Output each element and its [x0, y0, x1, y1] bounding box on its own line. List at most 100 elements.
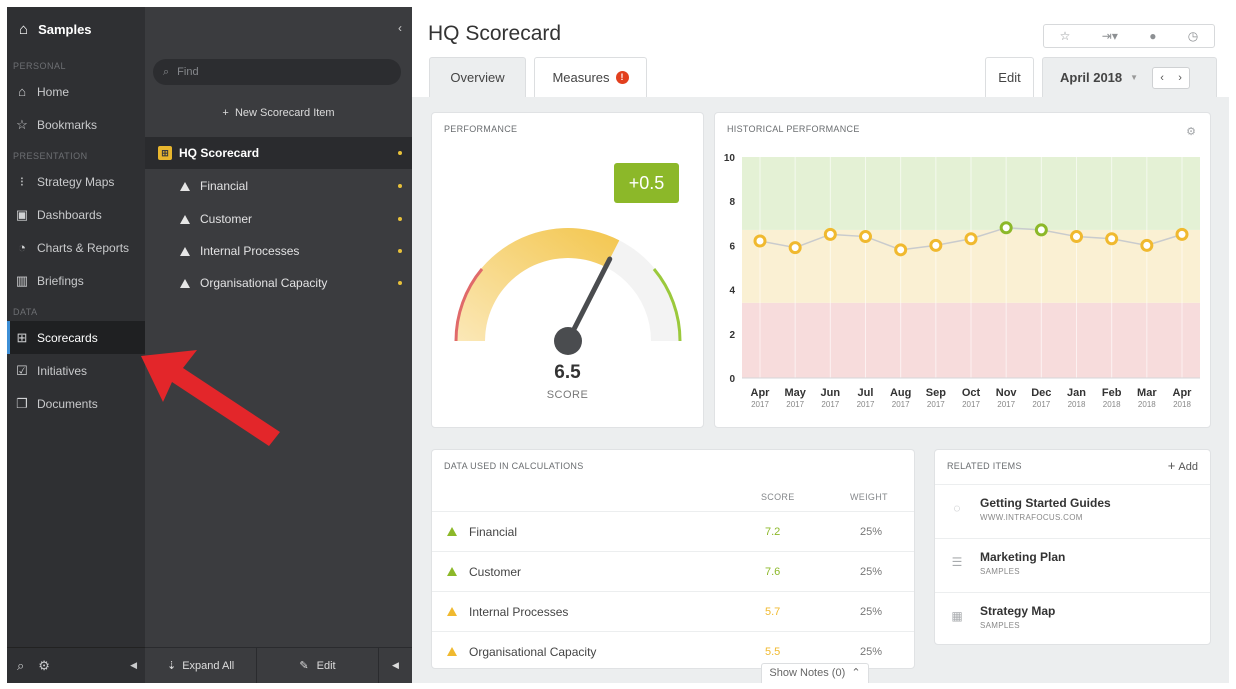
- collapse-panel-icon[interactable]: ‹: [398, 21, 402, 35]
- export-icon[interactable]: ⇥▾: [1102, 29, 1118, 43]
- period-selector[interactable]: April 2018 ▼ ‹ ›: [1042, 57, 1217, 97]
- page-title: HQ Scorecard: [428, 22, 562, 45]
- x-tick-month: Aug: [890, 387, 911, 399]
- edit-tree-button[interactable]: ✎ Edit: [257, 648, 379, 683]
- nav-item-charts-reports[interactable]: ◔ Charts & Reports: [7, 231, 145, 264]
- related-item-getting-started[interactable]: ◌ Getting Started Guides WWW.INTRAFOCUS.…: [935, 484, 1210, 538]
- tab-overview[interactable]: Overview: [429, 57, 526, 97]
- y-tick-label: 10: [724, 153, 736, 164]
- amber-status-icon: [447, 607, 457, 616]
- period-stepper: ‹ ›: [1152, 66, 1191, 89]
- calc-row-financial[interactable]: Financial 7.2 25%: [432, 511, 914, 551]
- calc-row-score: 7.2: [765, 525, 781, 538]
- prev-period-icon[interactable]: ‹: [1160, 72, 1164, 84]
- data-point: [1140, 238, 1154, 252]
- nav-item-strategy-maps[interactable]: ⁝ Strategy Maps: [7, 165, 145, 198]
- status-dot: [398, 217, 402, 221]
- perspective-icon: [180, 246, 190, 256]
- x-tick-month: Jun: [821, 387, 841, 399]
- document-icon: ❐: [16, 395, 28, 411]
- calc-row-internal-processes[interactable]: Internal Processes 5.7 25%: [432, 591, 914, 631]
- historical-chart: 0246810Apr2017May2017Jun2017Jul2017Aug20…: [724, 153, 1200, 409]
- data-point: [753, 234, 767, 248]
- new-item-label: New Scorecard Item: [234, 107, 335, 119]
- tab-measures[interactable]: Measures !: [534, 57, 647, 97]
- y-tick-label: 8: [729, 197, 735, 208]
- info-icon[interactable]: ●: [1149, 29, 1156, 43]
- globe-icon: ◌: [953, 501, 961, 515]
- data-point: [788, 241, 802, 255]
- nav-item-scorecards[interactable]: ⊞ Scorecards: [7, 321, 145, 354]
- scorecard-icon: ⊞: [158, 146, 172, 160]
- gauge-hub: [554, 327, 582, 355]
- tree-row-label: Financial: [200, 179, 249, 193]
- nav-item-label: Briefings: [37, 273, 84, 288]
- x-tick-month: Jan: [1067, 387, 1086, 399]
- expand-all-label: Expand All: [182, 659, 235, 672]
- related-item-marketing-plan[interactable]: ☰ Marketing Plan SAMPLES: [935, 538, 1210, 592]
- nav-item-label: Charts & Reports: [37, 240, 130, 255]
- strategy-map-icon: ⁝: [19, 173, 25, 189]
- alert-badge: !: [615, 71, 629, 84]
- section-personal: PERSONAL: [13, 61, 67, 71]
- search-icon[interactable]: ⌕: [17, 658, 24, 674]
- main-content: HQ Scorecard ☆ ⇥▾ ● ◷ Overview Measures …: [412, 7, 1229, 683]
- page-header: HQ Scorecard ☆ ⇥▾ ● ◷ Overview Measures …: [412, 7, 1229, 97]
- tab-overview-label: Overview: [450, 70, 505, 85]
- calc-row-label: Customer: [469, 564, 522, 579]
- tree-row-internal-processes[interactable]: Internal Processes: [145, 235, 412, 267]
- add-related-button[interactable]: + Add: [1168, 458, 1198, 473]
- find-input[interactable]: ⌕ Find: [153, 59, 401, 85]
- tree-row-label: Customer: [200, 212, 253, 226]
- expand-all-icon: ⇣: [167, 660, 177, 672]
- nav-item-label: Strategy Maps: [37, 174, 115, 189]
- tree-footer: ⇣ Expand All ✎ Edit ◀: [145, 647, 412, 683]
- data-point: [1105, 232, 1119, 246]
- tree-row-label: Internal Processes: [200, 244, 300, 258]
- col-header-weight: WEIGHT: [850, 492, 888, 502]
- related-item-strategy-map[interactable]: ▦ Strategy Map SAMPLES: [935, 592, 1210, 646]
- calc-row-customer[interactable]: Customer 7.6 25%: [432, 551, 914, 591]
- bookmark-star-icon[interactable]: ☆: [1060, 29, 1071, 43]
- next-period-icon[interactable]: ›: [1178, 72, 1182, 84]
- show-notes-button[interactable]: Show Notes (0) ⌃: [761, 663, 869, 683]
- y-tick-label: 0: [729, 374, 735, 385]
- gear-icon[interactable]: ⚙: [38, 658, 50, 674]
- status-dot: [398, 281, 402, 285]
- nav-item-documents[interactable]: ❐ Documents: [7, 387, 145, 420]
- perspective-icon: [180, 278, 190, 288]
- nav-footer: ⌕ ⚙ ◀: [7, 647, 145, 683]
- collapse-nav-icon[interactable]: ◀: [130, 660, 137, 671]
- data-point: [999, 221, 1013, 235]
- col-header-score: SCORE: [761, 492, 795, 502]
- nav-item-dashboards[interactable]: ▣ Dashboards: [7, 198, 145, 231]
- find-placeholder: Find: [177, 66, 199, 78]
- nav-item-label: Dashboards: [37, 207, 102, 222]
- x-tick-year: 2017: [751, 400, 769, 409]
- nav-item-bookmarks[interactable]: ☆ Bookmarks: [7, 108, 145, 141]
- history-icon[interactable]: ◷: [1188, 29, 1198, 43]
- y-tick-label: 6: [729, 241, 735, 252]
- collapse-tree-icon[interactable]: ◀: [379, 660, 412, 671]
- calculation-data-card: DATA USED IN CALCULATIONS SCORE WEIGHT F…: [431, 449, 915, 669]
- list-icon: ☰: [951, 555, 963, 569]
- new-scorecard-item-button[interactable]: + New Scorecard Item: [145, 107, 412, 119]
- workspace-switcher[interactable]: ⌂ Samples: [7, 7, 145, 51]
- green-status-icon: [447, 527, 457, 536]
- tree-row-hq-scorecard[interactable]: ⊞ HQ Scorecard: [145, 137, 412, 169]
- tree-row-customer[interactable]: Customer: [145, 203, 412, 235]
- edit-button[interactable]: Edit: [985, 57, 1034, 97]
- status-dot: [398, 184, 402, 188]
- tree-row-financial[interactable]: Financial: [145, 170, 412, 202]
- x-tick-year: 2017: [997, 400, 1015, 409]
- nav-item-label: Bookmarks: [37, 117, 98, 132]
- nav-item-briefings[interactable]: ▥ Briefings: [7, 264, 145, 297]
- performance-card: PERFORMANCE +0.5 6.5 SCORE: [431, 112, 704, 428]
- book-icon: ▥: [15, 272, 29, 288]
- x-tick-year: 2017: [962, 400, 980, 409]
- expand-all-button[interactable]: ⇣ Expand All: [145, 648, 257, 683]
- nav-item-home[interactable]: ⌂ Home: [7, 75, 145, 108]
- nav-item-initiatives[interactable]: ☑ Initiatives: [7, 354, 145, 387]
- tree-row-organisational-capacity[interactable]: Organisational Capacity: [145, 267, 412, 299]
- data-point: [1175, 227, 1189, 241]
